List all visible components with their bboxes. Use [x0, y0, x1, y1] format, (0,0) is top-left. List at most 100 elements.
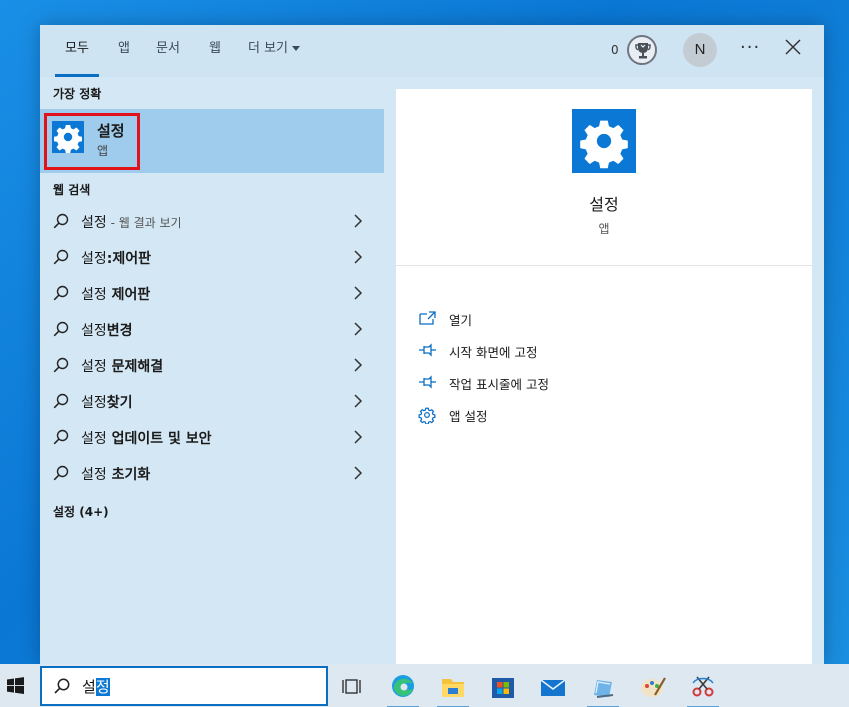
paint-icon — [641, 677, 666, 697]
store-button[interactable] — [483, 669, 523, 705]
mail-icon — [540, 679, 566, 696]
pin-icon — [419, 375, 436, 389]
web-result-row[interactable]: 설정 - 웹 결과 보기 — [40, 203, 384, 239]
web-result-label: 설정찾기 — [81, 392, 133, 412]
tab-all-label: 모두 — [65, 41, 89, 56]
web-result-label: 설정 - 웹 결과 보기 — [81, 212, 182, 232]
best-match-title: 설정 — [97, 122, 125, 140]
web-result-suffix: 문제해결 — [106, 359, 164, 375]
detail-title: 설정 — [589, 195, 619, 214]
close-icon — [785, 39, 801, 55]
open-icon — [419, 311, 436, 325]
search-icon — [54, 678, 70, 694]
more-options-icon: ··· — [740, 37, 761, 58]
chevron-right-icon — [354, 214, 363, 228]
edge-button[interactable] — [383, 669, 423, 707]
web-result-prefix: 설정 — [81, 287, 107, 303]
web-result-prefix: 설정 — [81, 359, 107, 375]
rewards-button[interactable] — [627, 35, 657, 65]
action-pin-start-label: 시작 화면에 고정 — [449, 345, 538, 360]
detail-subtitle: 앱 — [598, 222, 610, 236]
tab-apps-label: 앱 — [118, 41, 130, 56]
chevron-right-icon — [354, 394, 363, 408]
web-result-suffix: :제어판 — [106, 251, 152, 267]
web-result-suffix: 찾기 — [106, 395, 133, 411]
web-result-prefix: 설정 — [81, 251, 107, 267]
avatar-initial: N — [694, 41, 706, 58]
best-match-subtitle: 앱 — [97, 144, 109, 158]
close-button[interactable] — [782, 36, 804, 58]
tab-web[interactable]: 웹 — [209, 25, 221, 77]
gear-icon — [52, 121, 84, 153]
web-result-prefix: 설정 — [81, 431, 107, 447]
paint-button[interactable] — [633, 669, 673, 705]
notepad-button[interactable] — [583, 669, 623, 707]
search-topbar: 모두 앱 문서 웹 더 보기 0 N ··· — [40, 25, 824, 77]
gear-icon — [572, 109, 636, 173]
search-input[interactable]: 설정 — [82, 676, 110, 697]
web-result-note: - 웹 결과 보기 — [106, 216, 182, 230]
tab-all[interactable]: 모두 — [55, 25, 99, 77]
web-result-row[interactable]: 설정:제어판 — [40, 239, 384, 275]
web-result-prefix: 설정 — [81, 323, 107, 339]
search-icon — [53, 321, 69, 337]
chevron-right-icon — [354, 358, 363, 372]
web-result-row[interactable]: 설정찾기 — [40, 383, 384, 419]
taskbar-search-box[interactable]: 설정 — [40, 666, 328, 706]
edge-icon — [392, 675, 414, 697]
web-result-suffix: 업데이트 및 보안 — [106, 431, 212, 447]
chevron-right-icon — [354, 430, 363, 444]
web-result-label: 설정변경 — [81, 320, 133, 340]
web-result-row[interactable]: 설정변경 — [40, 311, 384, 347]
web-result-row[interactable]: 설정 제어판 — [40, 275, 384, 311]
chevron-right-icon — [354, 466, 363, 480]
web-result-suffix: 초기화 — [106, 467, 151, 483]
tab-more-label: 더 보기 — [248, 41, 289, 56]
action-open-label: 열기 — [449, 313, 473, 328]
tab-apps[interactable]: 앱 — [118, 25, 130, 77]
trophy-icon — [635, 43, 651, 59]
search-icon — [53, 285, 69, 301]
web-result-row[interactable]: 설정 업데이트 및 보안 — [40, 419, 384, 455]
web-result-label: 설정 제어판 — [81, 284, 150, 304]
snipping-tool-button[interactable] — [683, 669, 723, 707]
web-result-label: 설정 초기화 — [81, 464, 150, 484]
tab-more[interactable]: 더 보기 — [248, 25, 301, 77]
divider — [396, 265, 812, 266]
more-options-button[interactable]: ··· — [740, 37, 760, 58]
best-match-header: 가장 정확 — [53, 87, 102, 101]
snipping-tool-icon — [692, 676, 714, 697]
chevron-right-icon — [354, 322, 363, 336]
search-icon — [53, 429, 69, 445]
account-avatar[interactable]: N — [683, 33, 717, 67]
web-result-label: 설정 업데이트 및 보안 — [81, 428, 212, 448]
mail-button[interactable] — [533, 669, 573, 705]
search-icon — [53, 357, 69, 373]
web-result-row[interactable]: 설정 문제해결 — [40, 347, 384, 383]
rewards-points: 0 — [611, 43, 619, 57]
tab-documents[interactable]: 문서 — [156, 25, 180, 77]
web-result-prefix: 설정 — [81, 467, 107, 483]
search-selected-text: 정 — [95, 678, 110, 696]
search-icon — [53, 393, 69, 409]
windows-logo-icon — [7, 677, 24, 694]
results-panel: 가장 정확 설정 앱 웹 검색 설정 (4+) 설정 - 웹 결과 보기 설정:제… — [40, 77, 384, 664]
more-settings-header[interactable]: 설정 (4+) — [53, 503, 109, 520]
web-result-prefix: 설정 — [81, 395, 107, 411]
tab-documents-label: 문서 — [156, 41, 180, 56]
file-explorer-icon — [442, 679, 464, 697]
web-result-row[interactable]: 설정 초기화 — [40, 455, 384, 491]
start-button[interactable] — [0, 664, 36, 707]
search-icon — [53, 249, 69, 265]
task-view-icon — [342, 679, 361, 694]
gear-icon — [418, 407, 436, 424]
search-icon — [53, 213, 69, 229]
web-result-label: 설정:제어판 — [81, 248, 151, 268]
file-explorer-button[interactable] — [433, 669, 473, 707]
action-app-settings-label: 앱 설정 — [449, 409, 488, 424]
web-result-label: 설정 문제해결 — [81, 356, 163, 376]
search-icon — [53, 465, 69, 481]
details-panel: 설정 앱 열기 시작 화면에 고정 작업 표시줄에 고정 앱 설정 — [396, 89, 812, 664]
tab-web-label: 웹 — [209, 41, 221, 56]
task-view-button[interactable] — [333, 669, 373, 705]
